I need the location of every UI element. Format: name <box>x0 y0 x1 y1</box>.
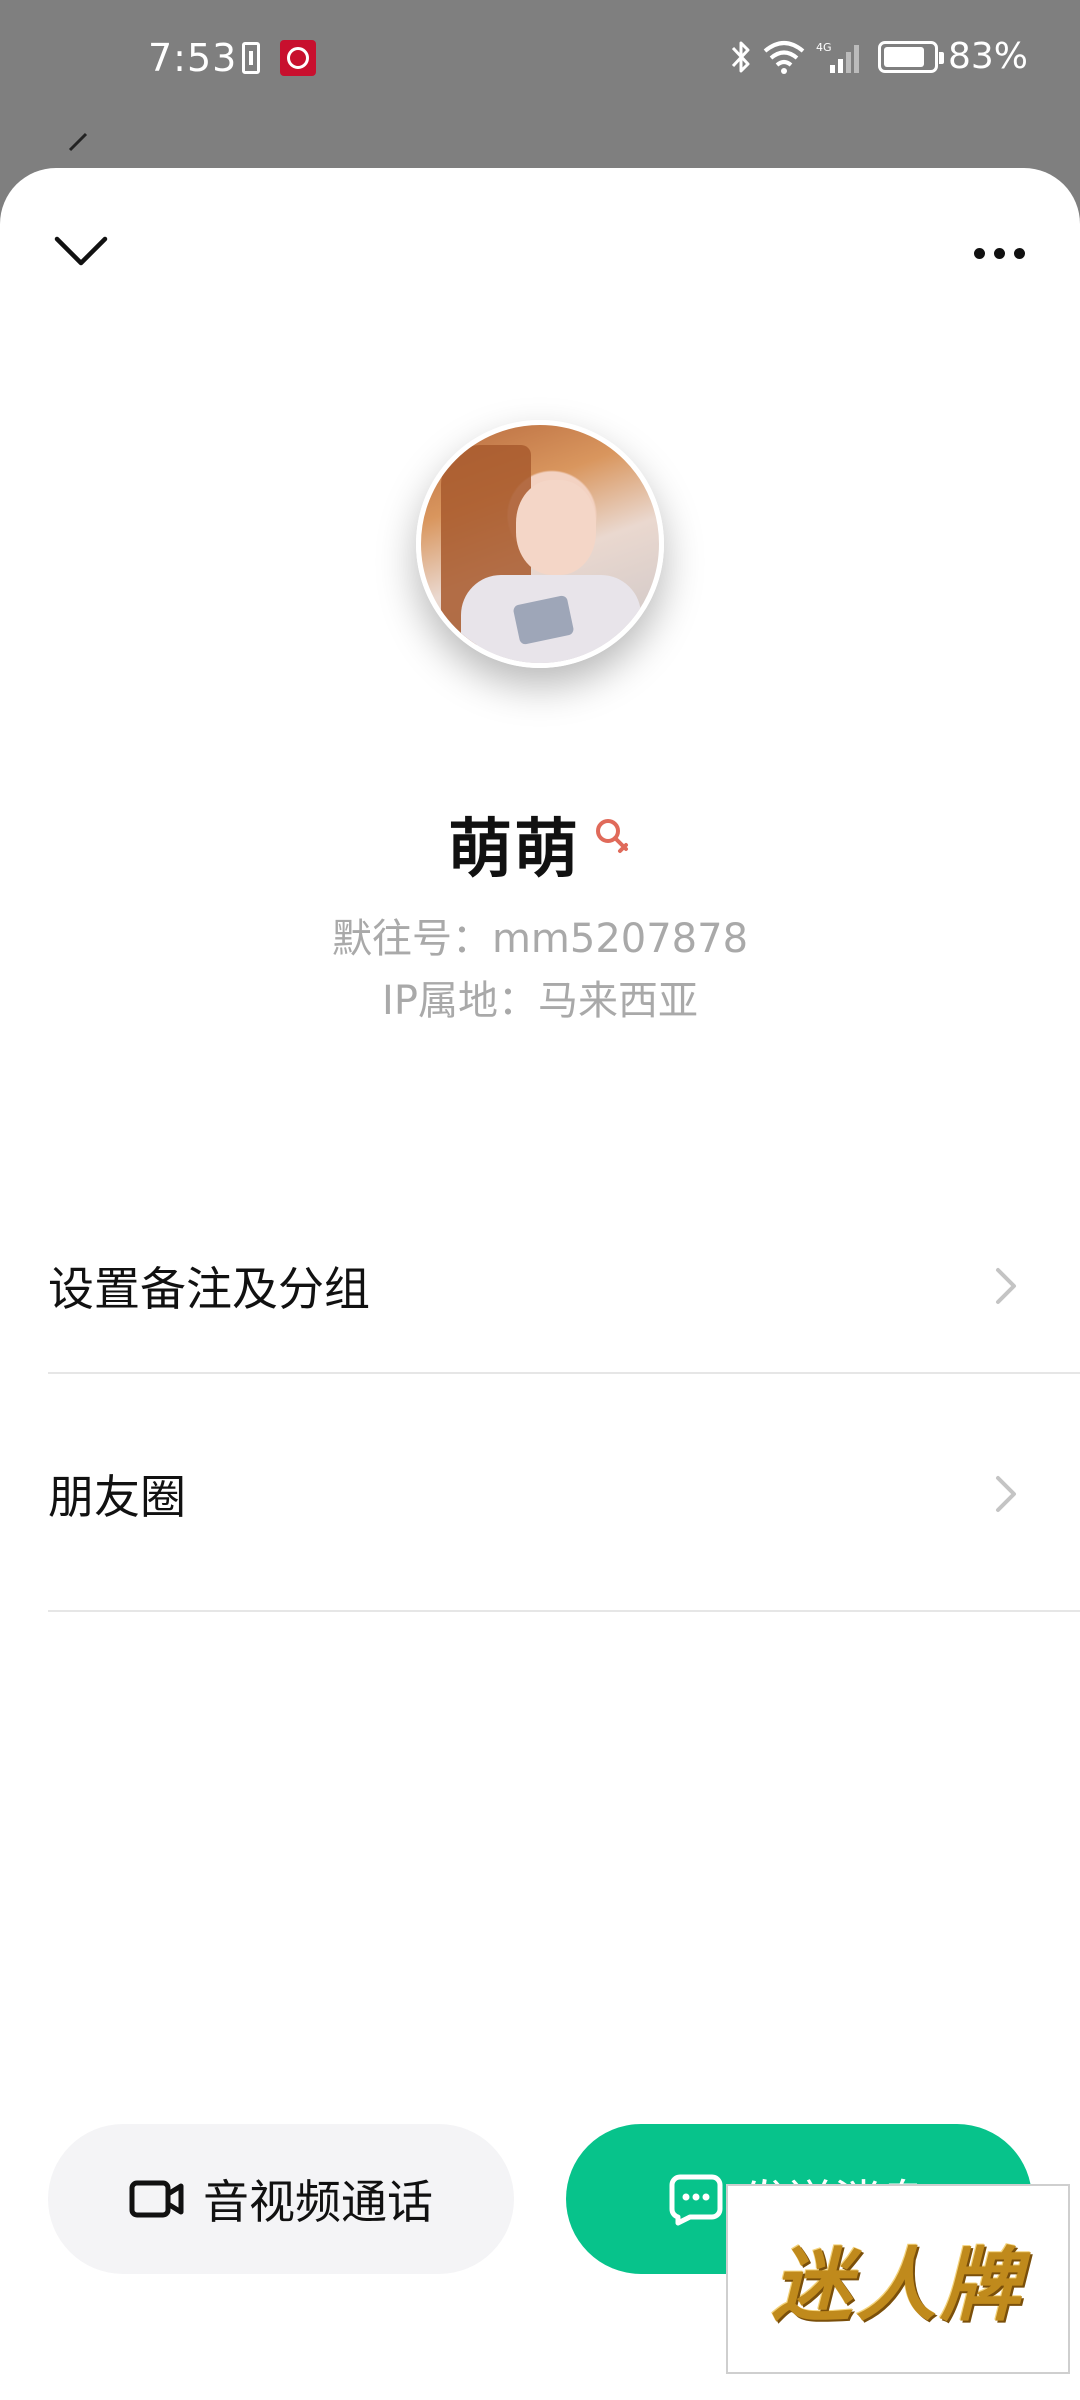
divider <box>48 1610 1080 1612</box>
ip-location: IP属地：马来西亚 <box>382 978 698 1024</box>
battery-alert-icon <box>242 42 260 74</box>
cellular-signal-icon: 4G <box>816 41 859 73</box>
avatar[interactable] <box>416 420 664 668</box>
watermark-logo: 迷人牌 <box>726 2184 1070 2374</box>
profile-sheet: 萌萌 默往号：mm5207878 IP属地：马来西亚 设置备注及分组 朋友圈 音… <box>0 168 1080 2400</box>
chat-bubble-icon <box>669 2174 723 2226</box>
battery-icon <box>877 40 944 73</box>
more-options-button[interactable] <box>964 228 1034 278</box>
menu-item-remark-group[interactable]: 设置备注及分组 <box>48 1206 1080 1366</box>
status-time: 7:53 <box>148 36 238 80</box>
status-bar: 7:53 4G 83% <box>0 0 1080 120</box>
menu-item-label: 设置备注及分组 <box>48 1262 370 1316</box>
wifi-icon <box>763 40 805 74</box>
more-dot-icon <box>993 247 1005 259</box>
back-arrow-icon[interactable] <box>62 130 92 170</box>
battery-percent: 83% <box>947 36 1028 77</box>
chevron-right-icon <box>996 1476 1016 1512</box>
account-id: 默往号：mm5207878 <box>331 916 749 962</box>
watermark-text: 迷人牌 <box>772 2239 1024 2332</box>
chevron-down-icon <box>54 236 108 266</box>
bluetooth-icon <box>731 41 750 72</box>
more-dot-icon <box>1013 247 1025 259</box>
profile-name: 萌萌 <box>448 813 580 887</box>
more-dot-icon <box>973 247 985 259</box>
collapse-button[interactable] <box>46 226 116 276</box>
av-call-label: 音视频通话 <box>203 2175 433 2229</box>
female-icon <box>596 819 628 853</box>
status-right-group: 4G 83% <box>730 36 1028 77</box>
app-notification-icon <box>280 40 316 76</box>
network-type-label: 4G <box>816 41 832 54</box>
video-camera-icon <box>129 2180 184 2218</box>
divider <box>48 1372 1080 1374</box>
menu-item-label: 朋友圈 <box>48 1470 186 1524</box>
profile-name-row: 萌萌 <box>0 798 1080 890</box>
chevron-right-icon <box>996 1268 1016 1304</box>
menu-item-moments[interactable]: 朋友圈 <box>48 1414 1080 1574</box>
av-call-button[interactable]: 音视频通话 <box>48 2124 514 2274</box>
